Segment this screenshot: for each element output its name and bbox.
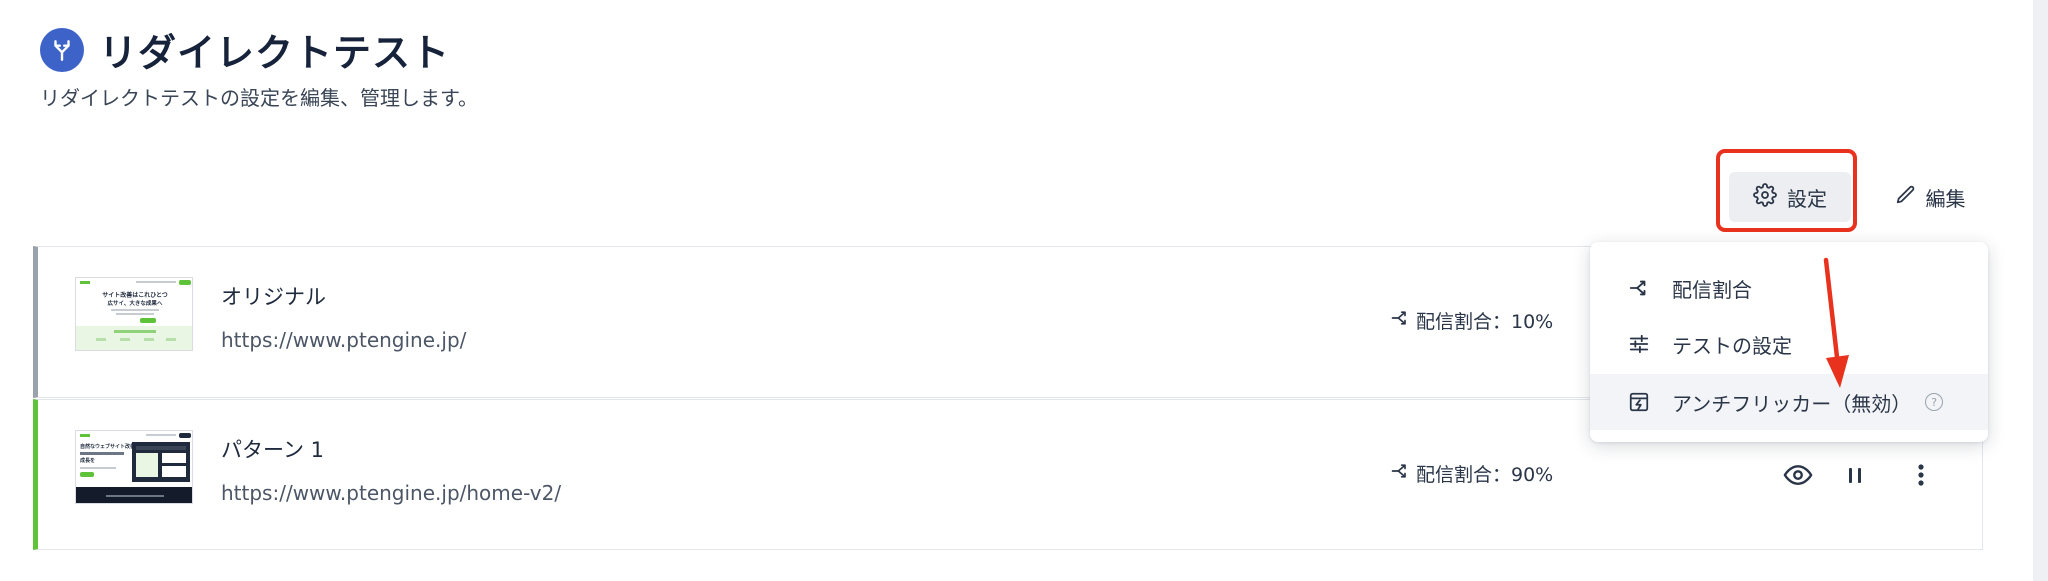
traffic-split: 配信割合：90% bbox=[1390, 460, 1553, 487]
settings-button[interactable]: 設定 bbox=[1729, 172, 1851, 222]
traffic-split: 配信割合：10% bbox=[1390, 307, 1553, 334]
thumb-subheadline: 成長を bbox=[80, 457, 95, 464]
variant-name: パターン 1 bbox=[221, 438, 324, 462]
menu-item-label: テストの設定 bbox=[1672, 333, 1792, 358]
split-icon bbox=[1390, 308, 1410, 333]
anti-flicker-icon bbox=[1626, 389, 1652, 415]
split-arrows-icon bbox=[40, 27, 84, 72]
variant-url[interactable]: https://www.ptengine.jp/ bbox=[221, 328, 466, 352]
variant-url[interactable]: https://www.ptengine.jp/home-v2/ bbox=[221, 481, 561, 505]
thumb-headline: サイト改善はこれひとつ bbox=[102, 291, 168, 299]
settings-dropdown-menu: 配信割合 テストの設定 アンチフリッカー（無効） ? bbox=[1590, 242, 1988, 442]
split-icon bbox=[1390, 461, 1410, 486]
preview-eye-icon[interactable] bbox=[1783, 460, 1813, 490]
edit-label: 編集 bbox=[1925, 186, 1966, 211]
menu-item-traffic-split[interactable]: 配信割合 bbox=[1590, 260, 1988, 316]
settings-label: 設定 bbox=[1787, 186, 1827, 211]
page-title: リダイレクトテスト bbox=[99, 31, 451, 75]
variant-name: オリジナル bbox=[221, 285, 326, 309]
page-header: リダイレクトテスト bbox=[40, 22, 450, 77]
split-label: 配信割合：10% bbox=[1416, 311, 1554, 333]
pause-icon[interactable] bbox=[1842, 460, 1868, 490]
gear-icon bbox=[1753, 182, 1777, 212]
menu-item-label: 配信割合 bbox=[1672, 277, 1752, 302]
split-label: 配信割合：90% bbox=[1416, 464, 1554, 486]
menu-item-test-settings[interactable]: テストの設定 bbox=[1590, 316, 1988, 372]
thumb-headline: 自然なウェブサイト改善で bbox=[80, 443, 140, 450]
variant-thumbnail[interactable]: サイト改善はこれひとつ 広サイ、大きな成果へ bbox=[75, 277, 193, 351]
menu-item-label: アンチフリッカー（無効） bbox=[1672, 391, 1912, 416]
menu-item-anti-flicker[interactable]: アンチフリッカー（無効） ? bbox=[1590, 374, 1988, 430]
variant-thumbnail[interactable]: 自然なウェブサイト改善で 成長を bbox=[75, 430, 193, 504]
more-vertical-icon[interactable] bbox=[1914, 460, 1928, 490]
thumb-subheadline: 広サイ、大きな成果へ bbox=[108, 299, 163, 307]
help-icon[interactable]: ? bbox=[1925, 393, 1944, 411]
page-subtitle: リダイレクトテストの設定を編集、管理します。 bbox=[40, 86, 478, 110]
sliders-icon bbox=[1626, 331, 1652, 357]
scrollbar-track[interactable] bbox=[2033, 0, 2048, 581]
edit-button[interactable]: 編集 bbox=[1880, 172, 1980, 222]
split-icon bbox=[1626, 275, 1652, 301]
page: リダイレクトテスト リダイレクトテストの設定を編集、管理します。 設定 編集 サ… bbox=[0, 0, 2033, 581]
pencil-icon bbox=[1895, 184, 1917, 211]
